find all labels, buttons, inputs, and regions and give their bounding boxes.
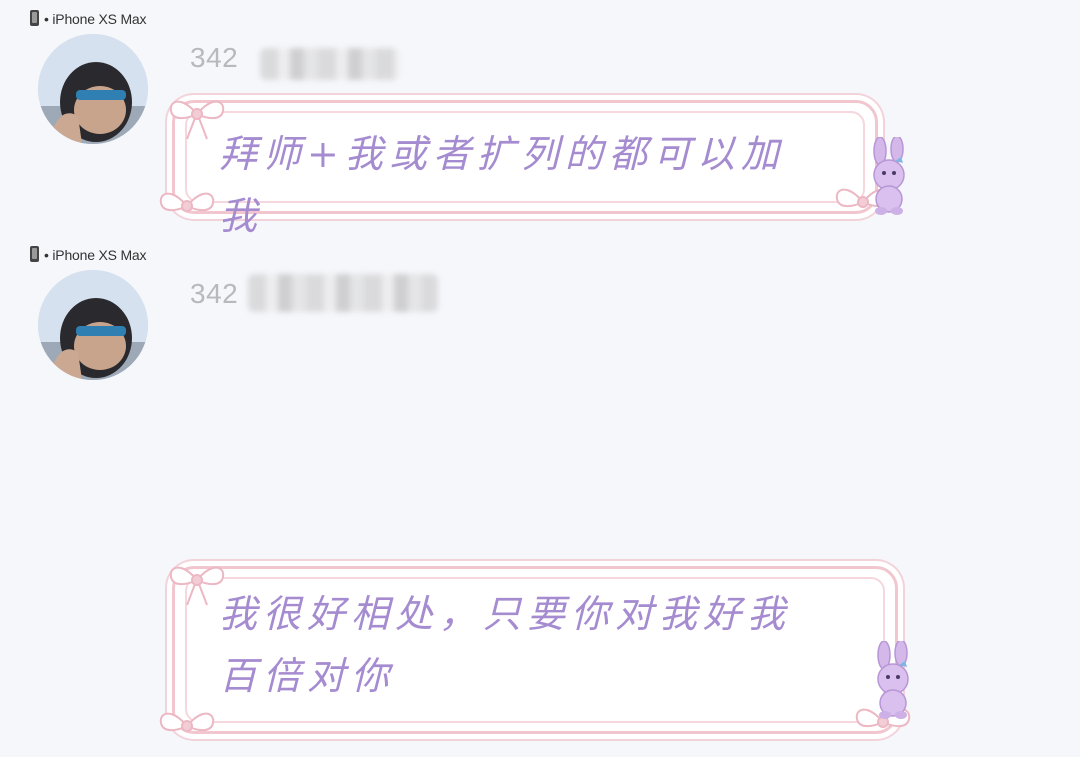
device-label: • iPhone XS Max: [30, 10, 146, 27]
chat-message: • iPhone XS Max 342: [0, 0, 1080, 238]
bunny-sticker-icon: [863, 135, 915, 217]
message-text: 拜师+我或者扩列的都可以加我: [219, 132, 785, 238]
avatar[interactable]: [38, 270, 148, 380]
username: 342: [190, 42, 239, 73]
username-redaction: [248, 274, 438, 312]
message-bubble[interactable]: 拜师+我或者扩列的都可以加我: [159, 100, 905, 238]
username: 342: [190, 278, 239, 309]
bow-icon: [155, 179, 219, 233]
avatar-photo: [38, 34, 148, 144]
username-redaction: [260, 48, 400, 80]
chat-message: • iPhone XS Max 342: [0, 236, 1080, 734]
avatar-photo: [38, 270, 148, 380]
avatar[interactable]: [38, 34, 148, 144]
bow-icon: [155, 699, 219, 753]
bunny-sticker-icon: [867, 639, 919, 721]
device-name: • iPhone XS Max: [44, 10, 147, 27]
phone-icon: [30, 10, 40, 27]
message-text: 我很好相处，只要你对我好我百倍对你: [219, 592, 792, 698]
device-name: • iPhone XS Max: [44, 246, 147, 263]
phone-icon: [30, 246, 40, 263]
device-label: • iPhone XS Max: [30, 246, 146, 263]
message-bubble[interactable]: 我很好相处，只要你对我好我百倍对你: [159, 566, 911, 734]
